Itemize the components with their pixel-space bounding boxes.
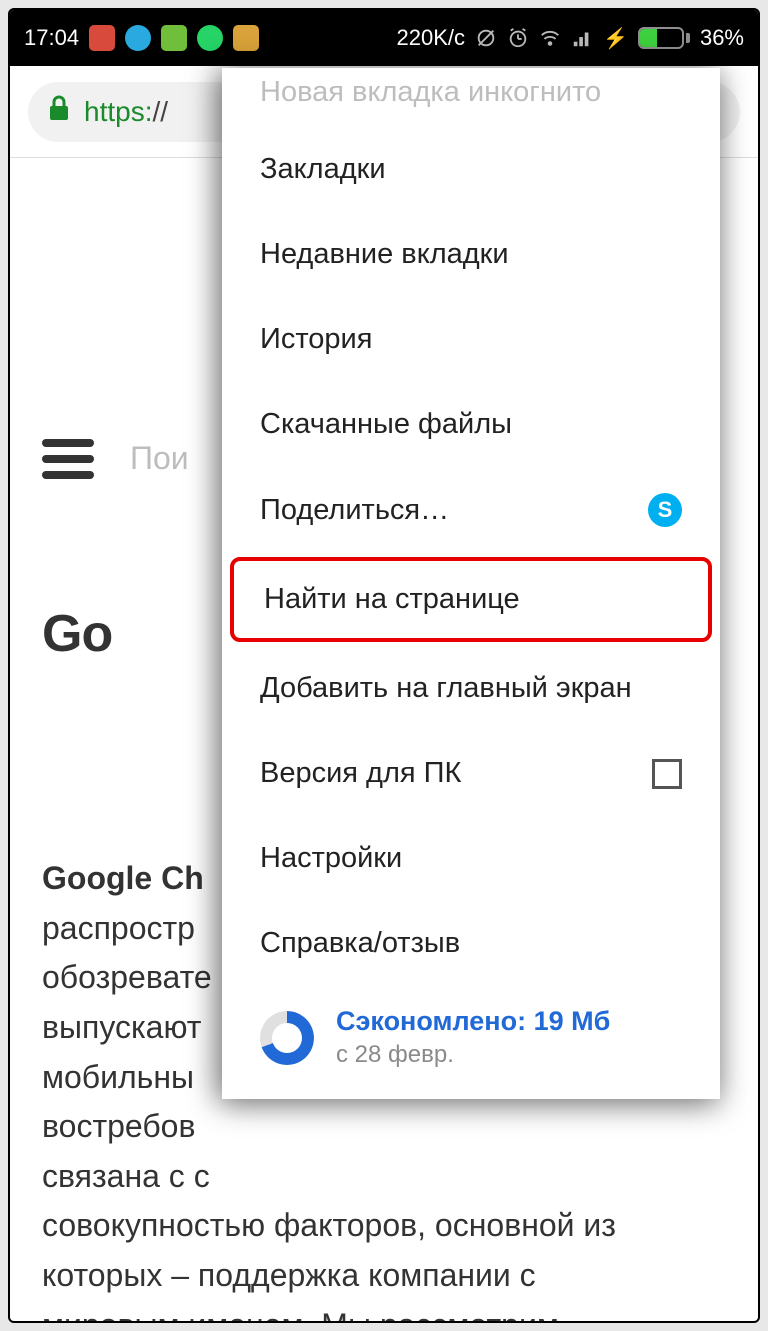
menu-item-share[interactable]: Поделиться… S: [222, 467, 720, 553]
status-left: 17:04: [24, 25, 259, 51]
data-saver-title: Сэкономлено: 19 Мб: [336, 1006, 610, 1037]
battery-icon: [638, 27, 690, 49]
desktop-site-checkbox[interactable]: [652, 759, 682, 789]
hamburger-icon[interactable]: [42, 439, 94, 479]
menu-label: Новая вкладка инкогнито: [260, 76, 601, 109]
menu-label: Справка/отзыв: [260, 927, 460, 960]
alarm-icon: [507, 27, 529, 49]
battery-percent: 36%: [700, 25, 744, 51]
menu-item-help[interactable]: Справка/отзыв: [222, 901, 720, 986]
menu-label: Закладки: [260, 153, 386, 186]
data-saver-row[interactable]: Сэкономлено: 19 Мб с 28 февр.: [222, 986, 720, 1079]
menu-item-history[interactable]: История: [222, 297, 720, 382]
url-text: https://: [84, 96, 168, 128]
status-bar: 17:04 220K/c ⚡ 36%: [10, 10, 758, 66]
menu-item-add-to-home[interactable]: Добавить на главный экран: [222, 646, 720, 731]
data-saver-subtitle: с 28 февр.: [336, 1041, 610, 1069]
app-icon-1: [89, 25, 115, 51]
menu-label: Скачанные файлы: [260, 408, 512, 441]
clock: 17:04: [24, 25, 79, 51]
signal-icon: [571, 27, 593, 49]
menu-item-recent-tabs[interactable]: Недавние вкладки: [222, 212, 720, 297]
menu-label: Настройки: [260, 842, 402, 875]
menu-item-find-in-page[interactable]: Найти на странице: [230, 557, 712, 642]
lock-icon: [48, 95, 70, 128]
menu-label: Версия для ПК: [260, 757, 461, 790]
data-saver-icon: [260, 1011, 314, 1065]
menu-item-new-incognito[interactable]: Новая вкладка инкогнито: [222, 68, 720, 127]
menu-item-settings[interactable]: Настройки: [222, 816, 720, 901]
phone-frame: 17:04 220K/c ⚡ 36%: [8, 8, 760, 1323]
app-icon-2: [125, 25, 151, 51]
menu-label: Недавние вкладки: [260, 238, 509, 271]
menu-item-downloads[interactable]: Скачанные файлы: [222, 382, 720, 467]
menu-label: Поделиться…: [260, 494, 449, 527]
menu-label: Добавить на главный экран: [260, 672, 632, 705]
wifi-icon: [539, 27, 561, 49]
chrome-dropdown-menu: Новая вкладка инкогнито Закладки Недавни…: [222, 68, 720, 1099]
menu-label: История: [260, 323, 372, 356]
net-speed: 220K/c: [397, 25, 466, 51]
app-icon-3: [161, 25, 187, 51]
status-right: 220K/c ⚡ 36%: [397, 25, 744, 51]
menu-item-bookmarks[interactable]: Закладки: [222, 127, 720, 212]
vibrate-icon: [475, 27, 497, 49]
search-placeholder[interactable]: Пои: [130, 434, 189, 484]
skype-icon: S: [648, 493, 682, 527]
menu-label: Найти на странице: [264, 583, 520, 616]
charging-icon: ⚡: [603, 26, 628, 51]
app-icon-5: [233, 25, 259, 51]
menu-item-desktop-site[interactable]: Версия для ПК: [222, 731, 720, 816]
data-saver-text: Сэкономлено: 19 Мб с 28 февр.: [336, 1006, 610, 1069]
app-icon-4: [197, 25, 223, 51]
